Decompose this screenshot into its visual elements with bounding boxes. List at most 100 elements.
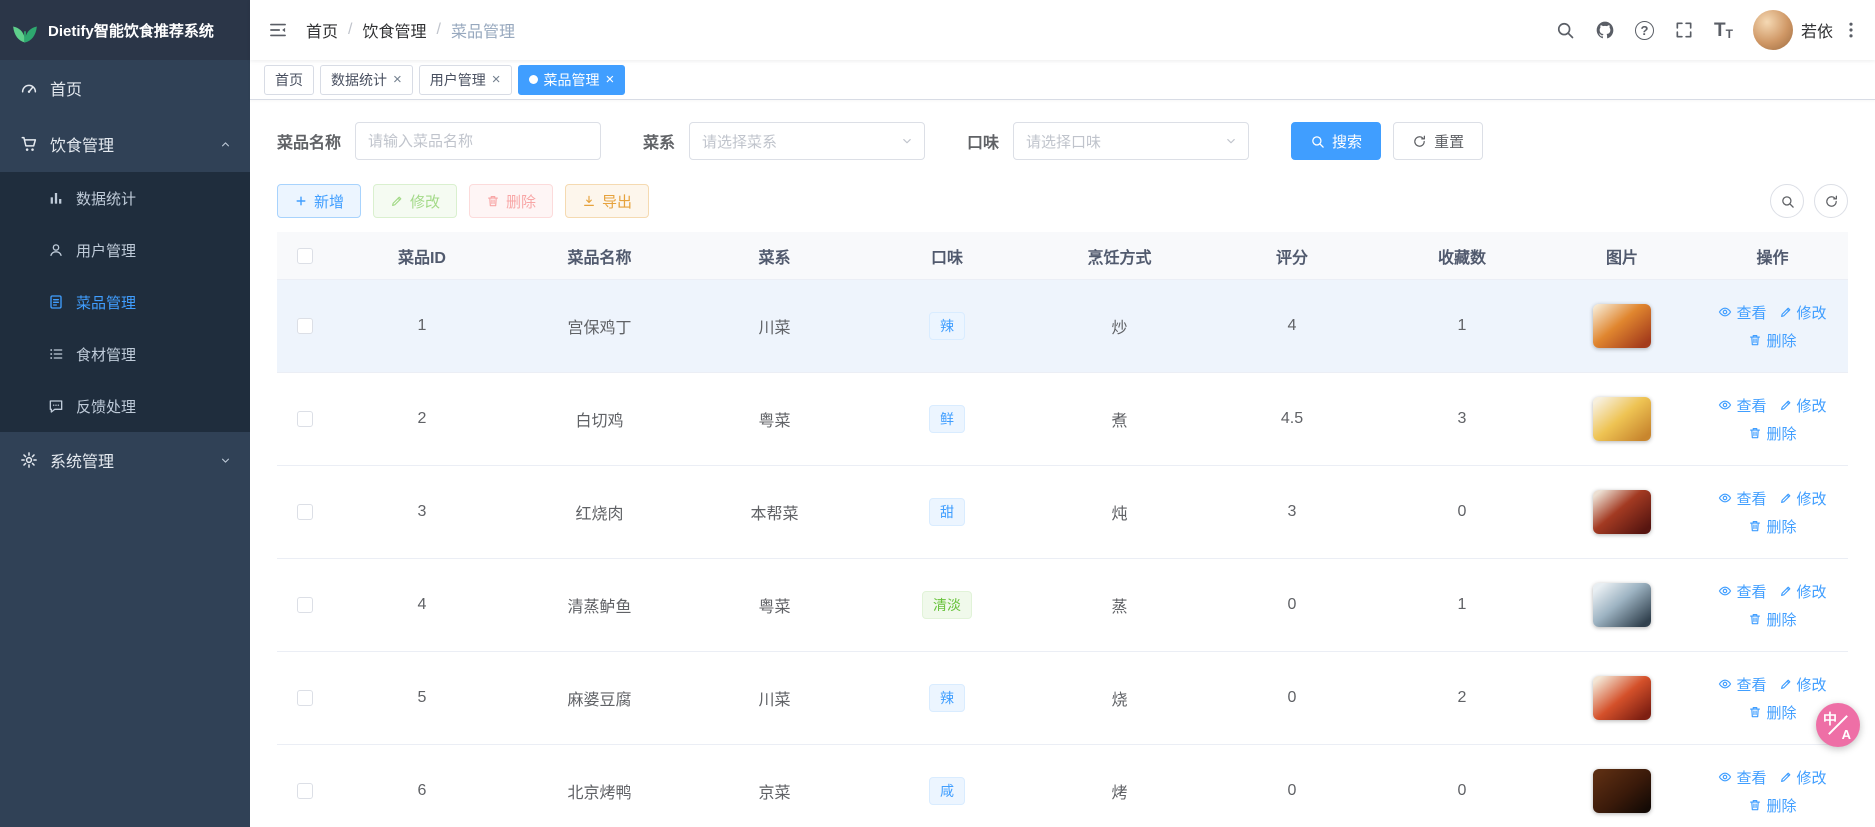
row-checkbox[interactable] bbox=[296, 597, 313, 613]
fullscreen-button[interactable] bbox=[1674, 20, 1694, 40]
row-checkbox[interactable] bbox=[296, 690, 313, 706]
toggle-search-button[interactable] bbox=[1770, 184, 1804, 218]
sidebar-item-feedback[interactable]: 反馈处理 bbox=[0, 380, 250, 432]
user-menu[interactable]: 若依 bbox=[1752, 10, 1861, 50]
cell-actions: 查看 修改 删除 bbox=[1697, 559, 1848, 651]
sidebar-item-data-stats[interactable]: 数据统计 bbox=[0, 172, 250, 224]
font-size-button[interactable] bbox=[1714, 21, 1733, 40]
row-checkbox-cell bbox=[277, 559, 332, 651]
tab-home[interactable]: 首页 bbox=[264, 64, 314, 95]
delete-link-label: 删除 bbox=[1766, 704, 1797, 722]
language-toggle-button[interactable]: 中 A bbox=[1816, 703, 1860, 747]
taste-tag: 辣 bbox=[929, 312, 965, 340]
table-row[interactable]: 4 清蒸鲈鱼 粤菜 清淡 蒸 0 1 查看 修改 删除 bbox=[277, 559, 1848, 652]
cuisine-select[interactable]: 请选择菜系 bbox=[689, 122, 926, 160]
view-link[interactable]: 查看 bbox=[1718, 767, 1767, 788]
help-button[interactable] bbox=[1635, 20, 1655, 40]
reset-button[interactable]: 重置 bbox=[1393, 122, 1484, 160]
delete-link[interactable]: 删除 bbox=[1748, 702, 1797, 723]
table-row[interactable]: 3 红烧肉 本帮菜 甜 炖 3 0 查看 修改 删除 bbox=[277, 466, 1848, 559]
edit-button[interactable]: 修改 bbox=[373, 184, 458, 218]
tab-close-icon[interactable]: × bbox=[393, 72, 402, 87]
tab-data-stats[interactable]: 数据统计 × bbox=[320, 64, 413, 95]
view-link[interactable]: 查看 bbox=[1718, 488, 1767, 509]
cell-cook-method: 蒸 bbox=[1111, 599, 1128, 616]
app-title: Dietify智能饮食推荐系统 bbox=[48, 22, 214, 40]
sidebar: Dietify智能饮食推荐系统 首页 饮食管理 数据统计 用户管理 菜品管理 食… bbox=[0, 0, 250, 827]
dish-photo[interactable] bbox=[1593, 490, 1651, 534]
view-link[interactable]: 查看 bbox=[1718, 395, 1767, 416]
search-icon bbox=[1555, 20, 1575, 40]
table-row[interactable]: 5 麻婆豆腐 川菜 辣 烧 0 2 查看 修改 删除 bbox=[277, 652, 1848, 745]
breadcrumb-home[interactable]: 首页 bbox=[306, 18, 338, 42]
eye-icon bbox=[1718, 677, 1732, 691]
breadcrumb-current: 菜品管理 bbox=[450, 24, 515, 41]
delete-link[interactable]: 删除 bbox=[1748, 795, 1797, 816]
delete-link[interactable]: 删除 bbox=[1748, 423, 1797, 444]
sidebar-item-diet-management[interactable]: 饮食管理 bbox=[0, 116, 250, 172]
sidebar-item-dish-management[interactable]: 菜品管理 bbox=[0, 276, 250, 328]
sidebar-item-ingredient-management[interactable]: 食材管理 bbox=[0, 328, 250, 380]
refresh-table-button[interactable] bbox=[1814, 184, 1848, 218]
question-circle-icon bbox=[1635, 20, 1655, 40]
view-link[interactable]: 查看 bbox=[1718, 674, 1767, 695]
github-button[interactable] bbox=[1595, 20, 1615, 40]
breadcrumb-section[interactable]: 饮食管理 bbox=[362, 18, 426, 42]
tab-dish-management[interactable]: 菜品管理 × bbox=[517, 64, 626, 95]
row-checkbox[interactable] bbox=[296, 411, 313, 427]
row-checkbox[interactable] bbox=[296, 318, 313, 334]
tab-user-management[interactable]: 用户管理 × bbox=[418, 64, 512, 95]
dish-photo[interactable] bbox=[1593, 769, 1651, 813]
tab-close-icon[interactable]: × bbox=[606, 72, 615, 87]
taste-tag: 甜 bbox=[929, 498, 965, 526]
sidebar-toggle-button[interactable] bbox=[250, 0, 306, 60]
dish-name-input[interactable] bbox=[355, 122, 602, 160]
export-button[interactable]: 导出 bbox=[565, 184, 650, 218]
sidebar-item-user-management[interactable]: 用户管理 bbox=[0, 224, 250, 276]
dish-table: 菜品ID 菜品名称 菜系 口味 烹饪方式 评分 收藏数 图片 操作 1 宫保鸡丁… bbox=[277, 232, 1848, 827]
cell-dish-name: 白切鸡 bbox=[575, 413, 624, 430]
delete-link[interactable]: 删除 bbox=[1748, 330, 1797, 351]
eye-icon bbox=[1718, 770, 1732, 784]
delete-link-label: 删除 bbox=[1766, 425, 1797, 443]
cell-cook-method: 煮 bbox=[1111, 413, 1128, 430]
avatar[interactable] bbox=[1752, 10, 1793, 50]
table-row[interactable]: 1 宫保鸡丁 川菜 辣 炒 4 1 查看 修改 删除 bbox=[277, 280, 1848, 373]
delete-link[interactable]: 删除 bbox=[1748, 609, 1797, 630]
cell-rating: 3 bbox=[1287, 503, 1297, 520]
table-row[interactable]: 6 北京烤鸭 京菜 咸 烤 0 0 查看 修改 删除 bbox=[277, 745, 1848, 827]
delete-button[interactable]: 删除 bbox=[469, 184, 554, 218]
delete-link[interactable]: 删除 bbox=[1748, 516, 1797, 537]
pencil-icon bbox=[390, 194, 404, 208]
select-all-checkbox[interactable] bbox=[296, 247, 313, 264]
edit-link[interactable]: 修改 bbox=[1779, 674, 1827, 695]
search-button[interactable]: 搜索 bbox=[1291, 122, 1382, 160]
column-header-photo: 图片 bbox=[1605, 249, 1638, 267]
dish-photo[interactable] bbox=[1593, 304, 1651, 348]
row-checkbox[interactable] bbox=[296, 783, 313, 799]
edit-link[interactable]: 修改 bbox=[1779, 302, 1827, 323]
row-checkbox[interactable] bbox=[296, 504, 313, 520]
view-link[interactable]: 查看 bbox=[1718, 302, 1767, 323]
tab-close-icon[interactable]: × bbox=[492, 72, 501, 87]
edit-link[interactable]: 修改 bbox=[1779, 395, 1827, 416]
filter-bar: 菜品名称 菜系 请选择菜系 口味 请选择口味 bbox=[277, 122, 1848, 160]
taste-select[interactable]: 请选择口味 bbox=[1013, 122, 1250, 160]
dish-photo[interactable] bbox=[1593, 583, 1651, 627]
edit-link[interactable]: 修改 bbox=[1779, 488, 1827, 509]
edit-link[interactable]: 修改 bbox=[1779, 581, 1827, 602]
dish-name-label: 菜品名称 bbox=[277, 135, 342, 152]
dish-photo[interactable] bbox=[1593, 397, 1651, 441]
sidebar-item-home[interactable]: 首页 bbox=[0, 60, 250, 116]
dish-photo[interactable] bbox=[1593, 676, 1651, 720]
app-logo[interactable]: Dietify智能饮食推荐系统 bbox=[0, 0, 250, 60]
table-row[interactable]: 2 白切鸡 粤菜 鲜 煮 4.5 3 查看 修改 删除 bbox=[277, 373, 1848, 466]
add-button[interactable]: 新增 bbox=[277, 184, 362, 218]
header-search-button[interactable] bbox=[1555, 20, 1575, 40]
sidebar-item-system-management[interactable]: 系统管理 bbox=[0, 432, 250, 488]
view-link[interactable]: 查看 bbox=[1718, 581, 1767, 602]
cuisine-select-placeholder: 请选择菜系 bbox=[702, 133, 778, 151]
active-tab-dot bbox=[528, 75, 538, 84]
edit-link[interactable]: 修改 bbox=[1779, 767, 1827, 788]
user-more-button[interactable] bbox=[1841, 20, 1861, 40]
